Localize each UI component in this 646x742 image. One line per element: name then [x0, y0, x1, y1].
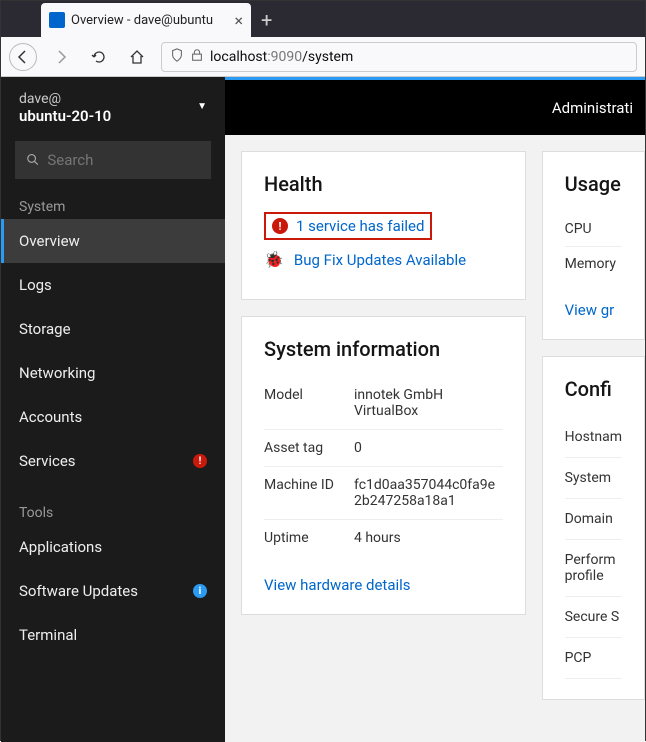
main-content: Administrati Health ! 1 service has fail…: [225, 77, 645, 742]
sidebar-item-networking[interactable]: Networking: [1, 351, 225, 395]
host-user: dave@: [19, 91, 111, 107]
tab-title: Overview - dave@ubuntu: [71, 13, 228, 28]
chevron-down-icon: ▼: [197, 101, 207, 112]
topbar: Administrati: [225, 77, 645, 135]
lock-icon: [190, 48, 204, 66]
bug-icon: 🐞: [264, 250, 284, 269]
forward-button[interactable]: [47, 43, 75, 71]
config-domain[interactable]: Domain: [565, 499, 622, 540]
sidebar: dave@ ubuntu-20-10 ▼ System Overview Log…: [1, 77, 225, 742]
back-button[interactable]: [9, 43, 37, 71]
service-failed-link[interactable]: ! 1 service has failed: [264, 212, 432, 240]
host-selector[interactable]: dave@ ubuntu-20-10 ▼: [1, 77, 225, 135]
close-icon[interactable]: ×: [234, 11, 243, 30]
sysinfo-table: Modelinnotek GmbH VirtualBox Asset tag0 …: [264, 377, 503, 556]
browser-toolbar: localhost:9090/system: [1, 37, 645, 77]
home-icon: [129, 49, 145, 65]
config-perf-profile[interactable]: Perform profile: [565, 540, 622, 597]
sysinfo-card: System information Modelinnotek GmbH Vir…: [241, 316, 526, 615]
config-pcp[interactable]: PCP: [565, 638, 622, 679]
config-secure[interactable]: Secure S: [565, 597, 622, 638]
browser-tab-strip: Overview - dave@ubuntu × +: [1, 1, 645, 37]
search-input[interactable]: [47, 151, 199, 169]
section-system: System: [1, 191, 225, 219]
table-row: Modelinnotek GmbH VirtualBox: [264, 377, 503, 430]
sidebar-item-storage[interactable]: Storage: [1, 307, 225, 351]
arrow-right-icon: [53, 49, 69, 65]
sidebar-item-terminal[interactable]: Terminal: [1, 613, 225, 657]
favicon-icon: [49, 12, 65, 28]
shield-icon: [170, 48, 184, 66]
new-tab-button[interactable]: +: [251, 3, 282, 37]
config-card: Confi Hostnam System Domain Perform prof…: [542, 356, 645, 700]
table-row: Uptime4 hours: [264, 520, 503, 557]
config-system[interactable]: System: [565, 458, 622, 499]
reload-icon: [91, 49, 107, 65]
browser-tab[interactable]: Overview - dave@ubuntu ×: [41, 3, 251, 37]
usage-card: Usage CPU Memory View gr: [542, 151, 645, 340]
reload-button[interactable]: [85, 43, 113, 71]
config-title: Confi: [565, 377, 622, 401]
sidebar-item-services[interactable]: Services !: [1, 439, 225, 483]
updates-available-link[interactable]: 🐞 Bug Fix Updates Available: [264, 250, 503, 269]
sidebar-item-logs[interactable]: Logs: [1, 263, 225, 307]
alert-badge-icon: !: [193, 454, 207, 468]
search-box[interactable]: [15, 141, 211, 179]
table-row: Machine IDfc1d0aa357044c0fa9e2b247258a18…: [264, 467, 503, 520]
view-graphs-link[interactable]: View gr: [565, 301, 615, 319]
health-title: Health: [264, 172, 503, 196]
usage-title: Usage: [565, 172, 622, 196]
table-row: Asset tag0: [264, 430, 503, 467]
sidebar-item-applications[interactable]: Applications: [1, 525, 225, 569]
section-tools: Tools: [1, 497, 225, 525]
arrow-left-icon: [15, 49, 31, 65]
sidebar-item-accounts[interactable]: Accounts: [1, 395, 225, 439]
config-hostname[interactable]: Hostnam: [565, 417, 622, 458]
home-button[interactable]: [123, 43, 151, 71]
hardware-details-link[interactable]: View hardware details: [264, 576, 411, 594]
sidebar-item-overview[interactable]: Overview: [1, 219, 225, 263]
sysinfo-title: System information: [264, 337, 503, 361]
url-bar[interactable]: localhost:9090/system: [161, 42, 637, 72]
admin-access-label[interactable]: Administrati: [552, 99, 633, 117]
sidebar-item-software-updates[interactable]: Software Updates i: [1, 569, 225, 613]
info-badge-icon: i: [193, 584, 207, 598]
usage-memory: Memory: [565, 247, 622, 281]
search-icon: [27, 153, 39, 167]
url-text: localhost:9090/system: [210, 49, 353, 65]
health-card: Health ! 1 service has failed 🐞 Bug Fix …: [241, 151, 526, 300]
alert-icon: !: [272, 218, 288, 234]
host-name: ubuntu-20-10: [19, 107, 111, 125]
usage-cpu: CPU: [565, 212, 622, 247]
